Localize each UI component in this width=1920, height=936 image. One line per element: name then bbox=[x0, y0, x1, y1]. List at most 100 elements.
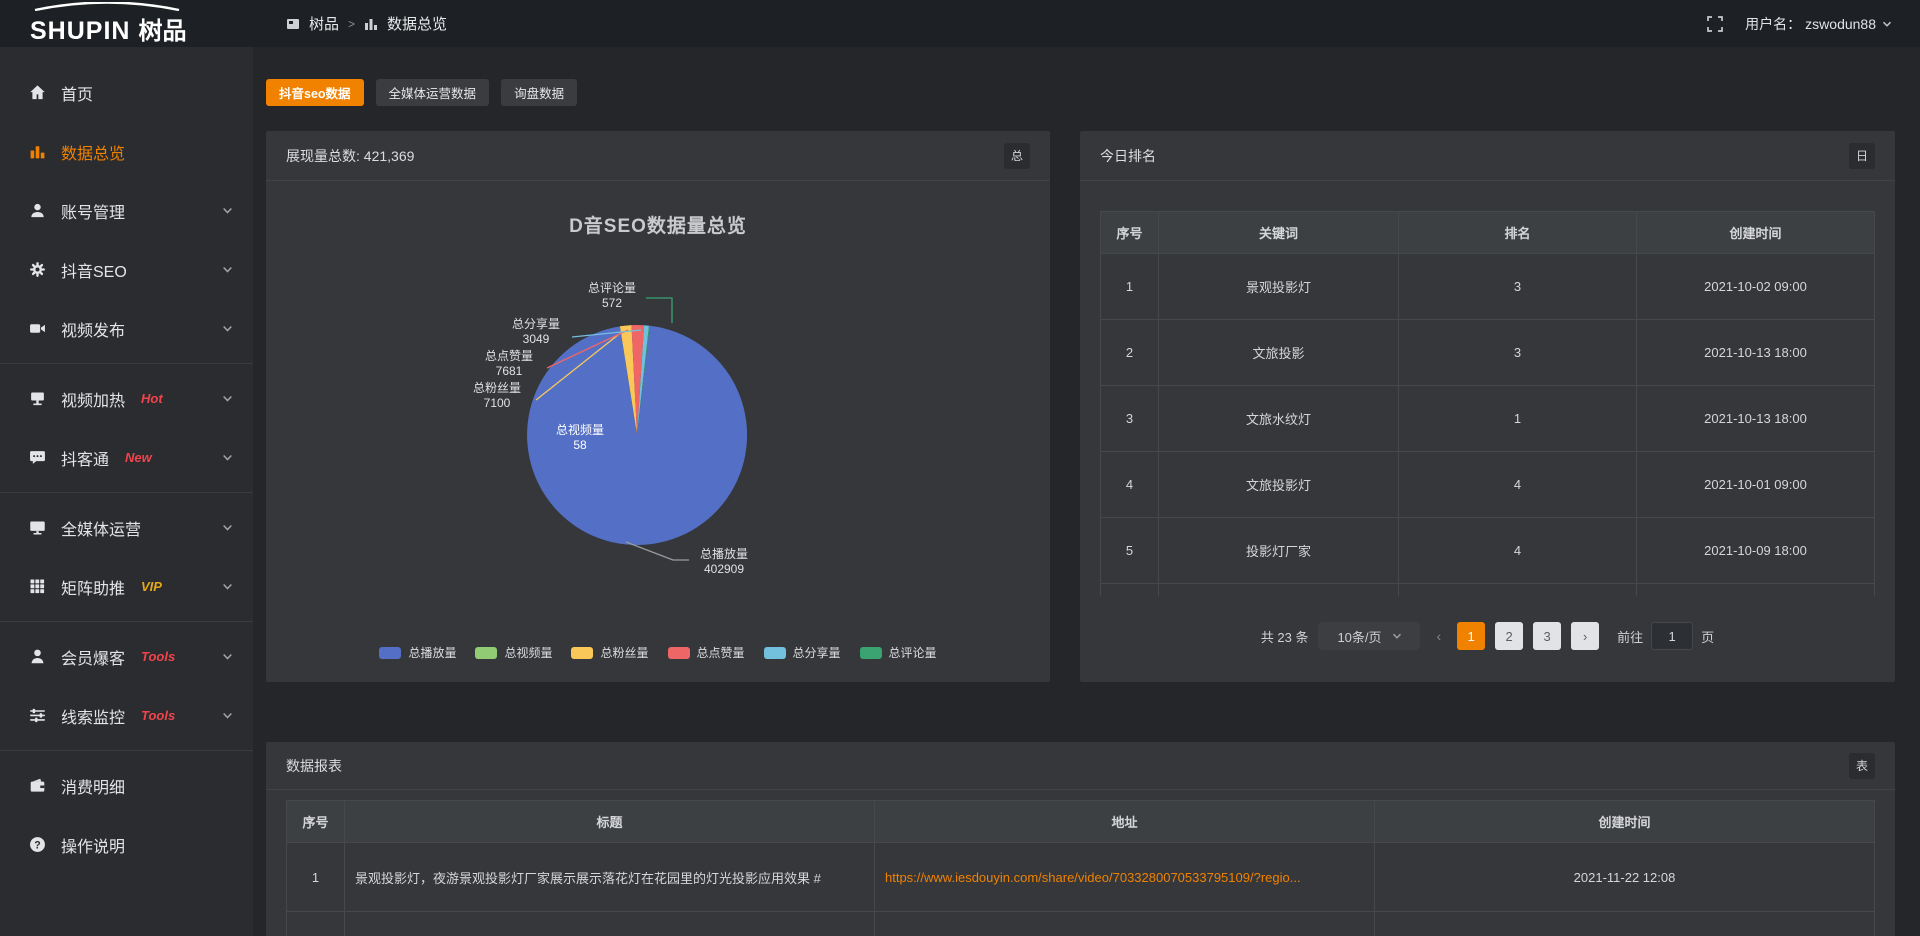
ranking-row: 2文旅投影32021-10-13 18:00 bbox=[1101, 320, 1875, 386]
sidebar-item-operation-guide[interactable]: ?操作说明 bbox=[0, 815, 253, 874]
legend-label: 总视频量 bbox=[504, 644, 552, 661]
tab-douyin-seo-data[interactable]: 抖音seo数据 bbox=[266, 79, 364, 106]
page-size-value: 10条/页 bbox=[1337, 627, 1381, 646]
ranking-row: 4文旅投影灯42021-10-01 09:00 bbox=[1101, 452, 1875, 518]
pie-label-value: 3049 bbox=[512, 332, 560, 347]
legend-label: 总分享量 bbox=[793, 644, 841, 661]
ranking-cell bbox=[1637, 584, 1875, 597]
tab-inquiry-data[interactable]: 询盘数据 bbox=[501, 79, 577, 106]
app-logo[interactable]: SHUPIN 树品 bbox=[0, 2, 253, 46]
ranking-col-header: 排名 bbox=[1399, 212, 1637, 254]
sidebar-item-label: 抖音SEO bbox=[61, 258, 127, 282]
page-size-select[interactable]: 10条/页 bbox=[1318, 622, 1420, 650]
ranking-cell bbox=[1159, 584, 1399, 597]
legend-item-总评论量[interactable]: 总评论量 bbox=[860, 644, 937, 661]
report-panel-title: 数据报表 bbox=[286, 756, 342, 776]
pie-label-value: 402909 bbox=[700, 562, 748, 577]
legend-item-总粉丝量[interactable]: 总粉丝量 bbox=[571, 644, 648, 661]
breadcrumb: 树品 > 数据总览 bbox=[286, 13, 447, 34]
sidebar-item-data-overview[interactable]: 数据总览 bbox=[0, 122, 253, 181]
sidebar-badge-new: New bbox=[125, 450, 152, 465]
logo-arc bbox=[32, 2, 182, 11]
breadcrumb-current: 数据总览 bbox=[387, 13, 447, 34]
ranking-badge-button[interactable]: 日 bbox=[1849, 143, 1875, 169]
sidebar-item-consume-detail[interactable]: 消费明细 bbox=[0, 756, 253, 815]
sidebar-item-account-manage[interactable]: 账号管理 bbox=[0, 181, 253, 240]
report-cell-index bbox=[287, 912, 345, 936]
ranking-cell: 4 bbox=[1399, 452, 1637, 518]
grid-icon bbox=[29, 578, 46, 595]
ranking-row: 3文旅水纹灯12021-10-13 18:00 bbox=[1101, 386, 1875, 452]
pie-label-总点赞量: 总点赞量7681 bbox=[485, 349, 533, 379]
question-icon: ? bbox=[29, 836, 46, 853]
page-button-3[interactable]: 3 bbox=[1533, 622, 1561, 650]
sidebar-item-douyin-seo[interactable]: 抖音SEO bbox=[0, 240, 253, 299]
report-cell-url: https://www.iesdouyin.com/share/video/70… bbox=[875, 843, 1375, 912]
chevron-down-icon bbox=[222, 651, 233, 662]
page-button-1[interactable]: 1 bbox=[1457, 622, 1485, 650]
sidebar-item-member-baoke[interactable]: 会员爆客Tools bbox=[0, 627, 253, 686]
sidebar-item-clue-monitor[interactable]: 线索监控Tools bbox=[0, 686, 253, 745]
ranking-row: 5投影灯厂家42021-10-09 18:00 bbox=[1101, 518, 1875, 584]
pie-chart: D音SEO数据量总览 总播放量总视频量总粉丝量总点赞量总分享量总评论量 总播放量… bbox=[266, 181, 1050, 681]
sidebar: 首页数据总览账号管理抖音SEO 视频发布视频加热Hot抖客通New 全媒体运营矩阵助… bbox=[0, 47, 253, 936]
ranking-row bbox=[1101, 584, 1875, 597]
chevron-down-icon bbox=[222, 393, 233, 404]
home-icon bbox=[29, 84, 46, 101]
sidebar-divider bbox=[0, 750, 253, 751]
sidebar-item-label: 首页 bbox=[61, 81, 93, 105]
ranking-col-header: 关键词 bbox=[1159, 212, 1399, 254]
chevron-down-icon bbox=[222, 264, 233, 275]
legend-swatch bbox=[475, 647, 497, 659]
sidebar-divider bbox=[0, 492, 253, 493]
sidebar-item-label: 会员爆客 bbox=[61, 645, 125, 669]
overview-badge-button[interactable]: 总 bbox=[1004, 143, 1030, 169]
pie-label-name: 总视频量 bbox=[556, 423, 604, 438]
next-page-button[interactable]: › bbox=[1571, 622, 1599, 650]
user-menu[interactable]: 用户名：zswodun88 bbox=[1745, 14, 1892, 34]
pie-chart-canvas bbox=[266, 181, 1050, 681]
goto-page-input[interactable] bbox=[1651, 622, 1693, 650]
fullscreen-icon[interactable] bbox=[1707, 16, 1723, 32]
prev-page-button[interactable]: ‹ bbox=[1430, 628, 1447, 644]
report-col-header: 地址 bbox=[875, 801, 1375, 843]
legend-label: 总播放量 bbox=[408, 644, 456, 661]
ranking-table: 序号关键词排名创建时间 1景观投影灯32021-10-02 09:002文旅投影… bbox=[1100, 211, 1875, 596]
page-button-2[interactable]: 2 bbox=[1495, 622, 1523, 650]
report-badge-button[interactable]: 表 bbox=[1849, 753, 1875, 779]
video-link[interactable]: https://www.iesdouyin.com/share/video/70… bbox=[885, 870, 1301, 885]
video-icon bbox=[29, 320, 46, 337]
legend-swatch bbox=[668, 647, 690, 659]
sidebar-item-matrix-boost[interactable]: 矩阵助推VIP bbox=[0, 557, 253, 616]
page-number-group: 123 bbox=[1457, 622, 1561, 650]
breadcrumb-root[interactable]: 树品 bbox=[309, 13, 339, 34]
legend-item-总点赞量[interactable]: 总点赞量 bbox=[668, 644, 745, 661]
pie-label-value: 572 bbox=[588, 296, 636, 311]
username: zswodun88 bbox=[1805, 16, 1876, 32]
ranking-cell: 2021-10-09 18:00 bbox=[1637, 518, 1875, 584]
ranking-panel-title: 今日排名 bbox=[1100, 146, 1156, 166]
user-label: 用户名： bbox=[1745, 14, 1801, 34]
sidebar-item-douketong[interactable]: 抖客通New bbox=[0, 428, 253, 487]
ranking-cell: 5 bbox=[1101, 518, 1159, 584]
sidebar-item-video-publish[interactable]: 视频发布 bbox=[0, 299, 253, 358]
pagination-total: 共 23 条 bbox=[1261, 627, 1309, 646]
sidebar-item-label: 消费明细 bbox=[61, 774, 125, 798]
legend-swatch bbox=[571, 647, 593, 659]
ranking-col-header: 创建时间 bbox=[1637, 212, 1875, 254]
legend-item-总分享量[interactable]: 总分享量 bbox=[764, 644, 841, 661]
chevron-down-icon bbox=[222, 581, 233, 592]
legend-item-总视频量[interactable]: 总视频量 bbox=[475, 644, 552, 661]
tab-media-operation-data[interactable]: 全媒体运营数据 bbox=[376, 79, 490, 106]
legend-label: 总评论量 bbox=[889, 644, 937, 661]
sidebar-item-video-heat[interactable]: 视频加热Hot bbox=[0, 369, 253, 428]
legend-item-总播放量[interactable]: 总播放量 bbox=[379, 644, 456, 661]
chevron-down-icon bbox=[222, 205, 233, 216]
gear-icon bbox=[29, 261, 46, 278]
sidebar-item-media-operation[interactable]: 全媒体运营 bbox=[0, 498, 253, 557]
breadcrumb-app-icon bbox=[286, 17, 300, 31]
report-cell-index: 1 bbox=[287, 843, 345, 912]
report-cell-time bbox=[1375, 912, 1875, 936]
pie-label-name: 总分享量 bbox=[512, 317, 560, 332]
sidebar-item-home[interactable]: 首页 bbox=[0, 63, 253, 122]
